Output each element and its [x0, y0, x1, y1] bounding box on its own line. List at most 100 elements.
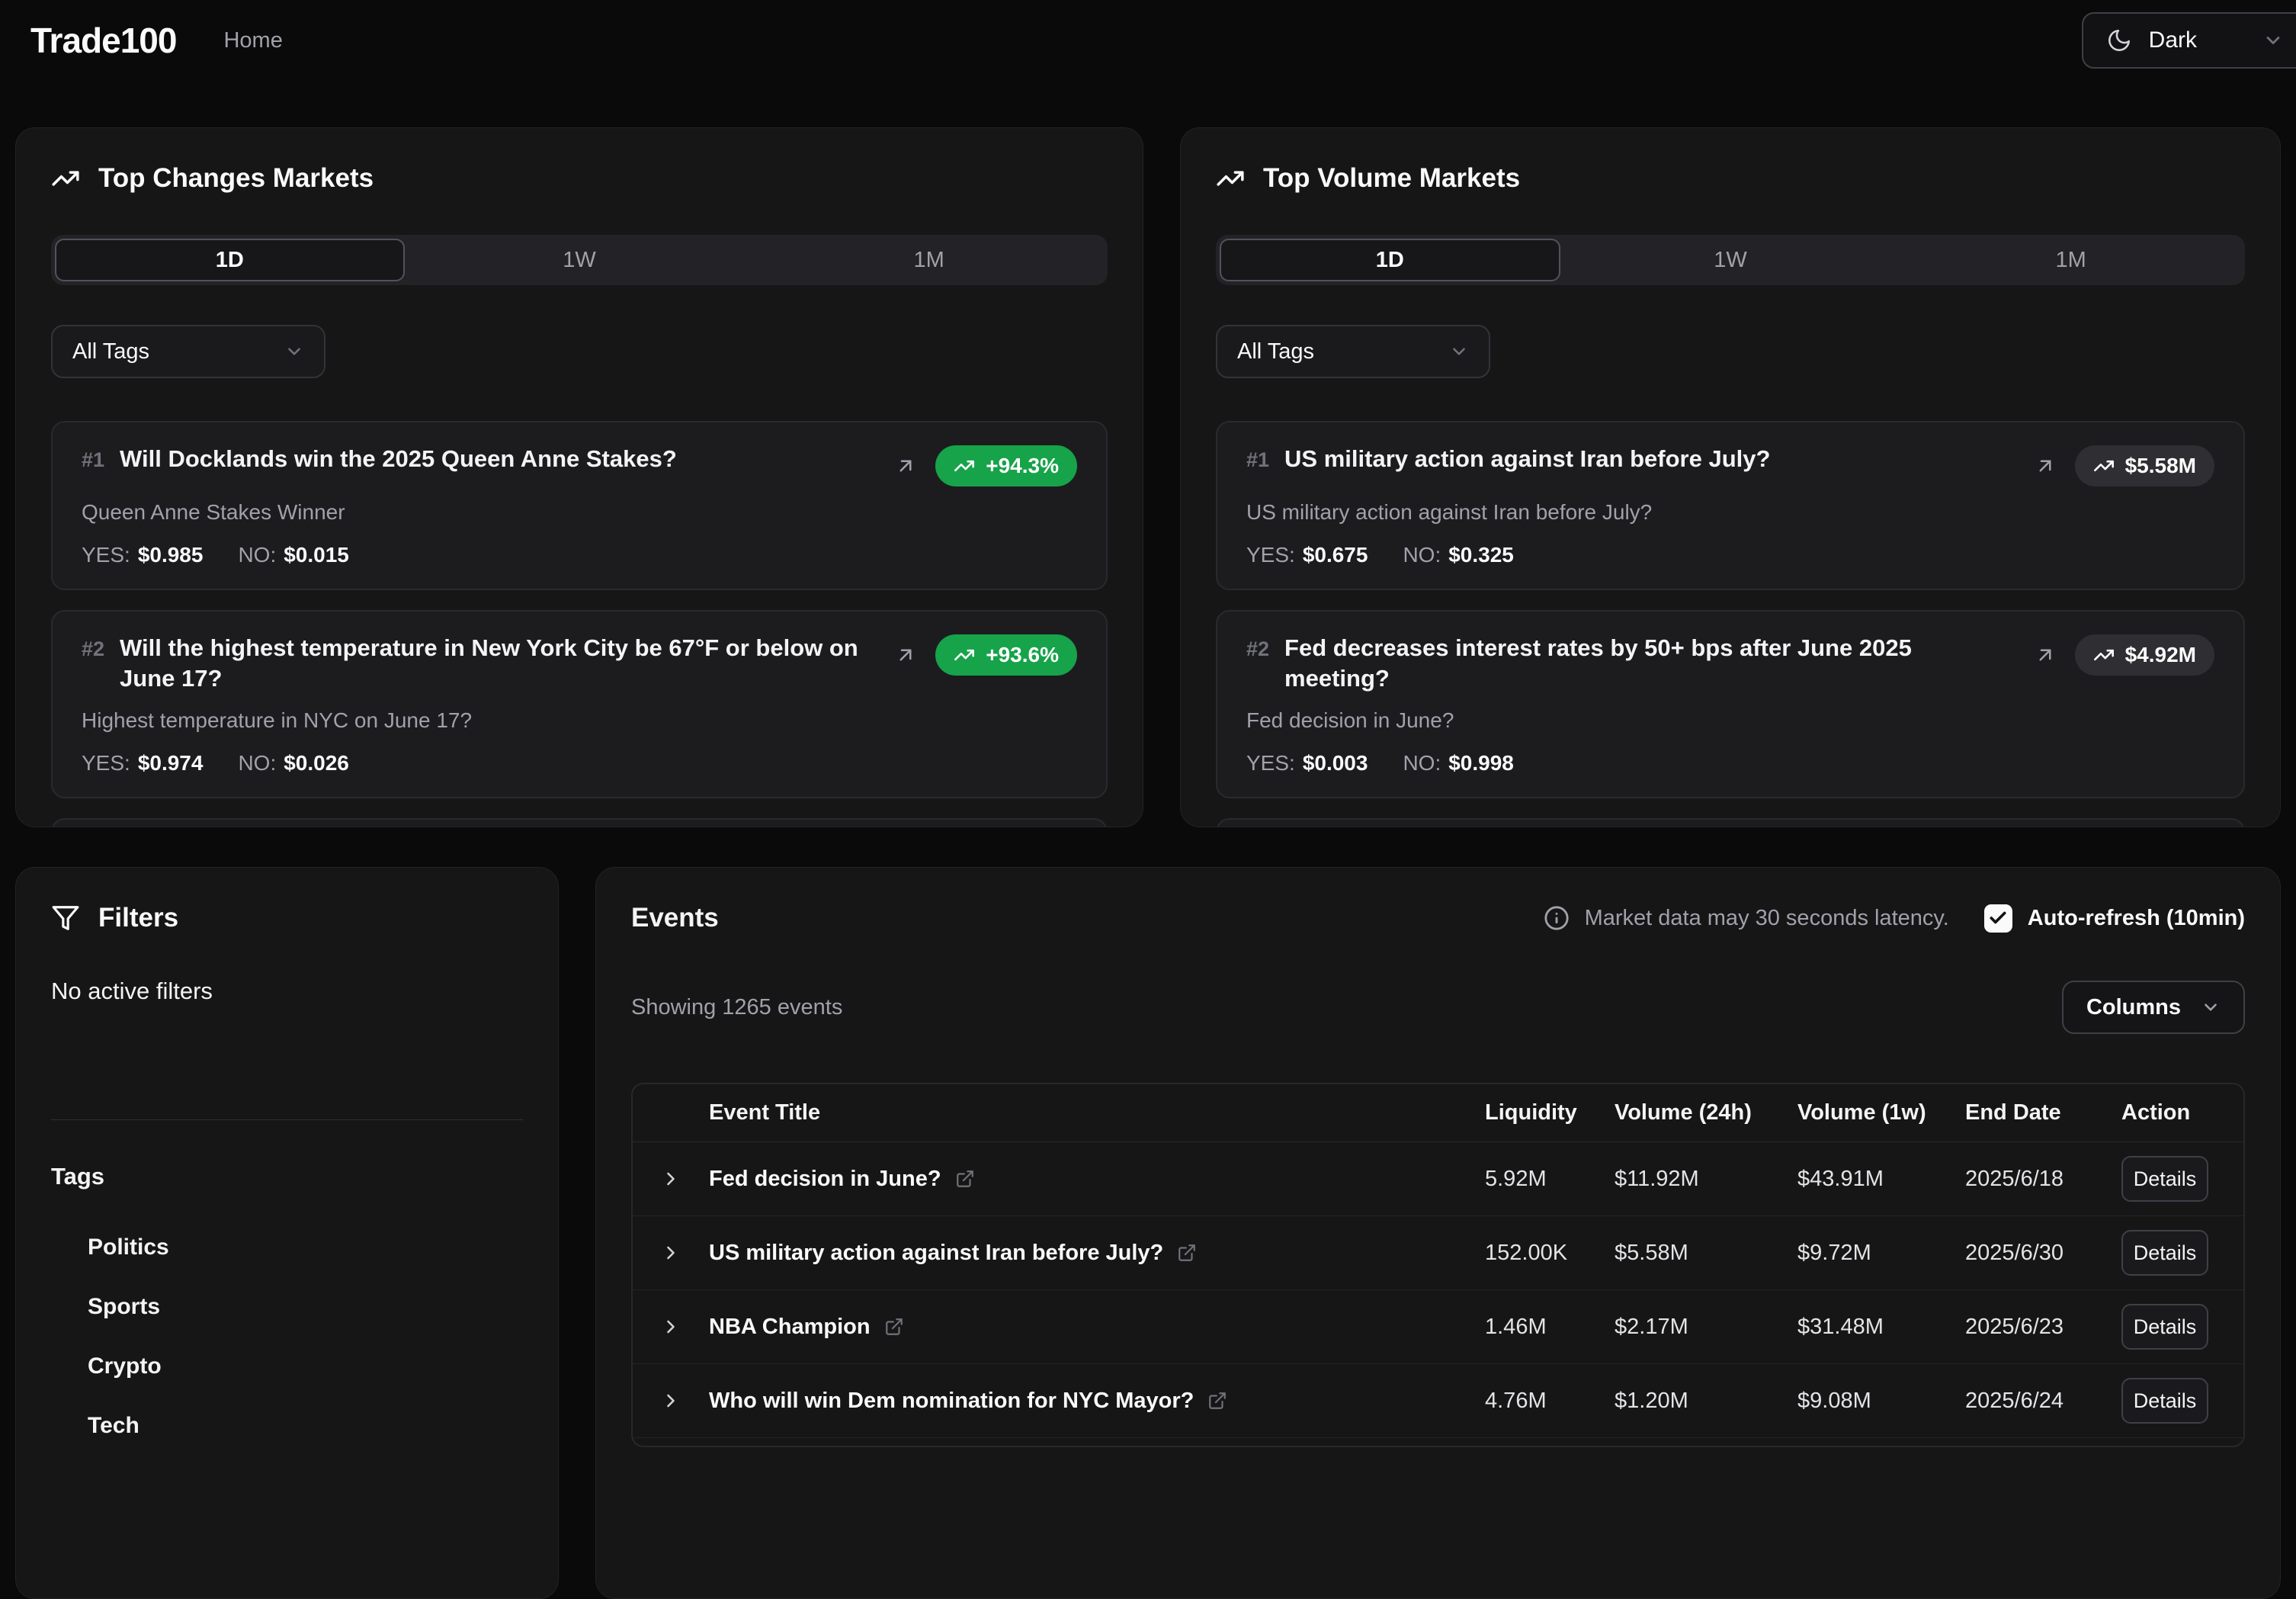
- expand-row-button[interactable]: [633, 1316, 709, 1337]
- table-row[interactable]: Who will win Dem nomination for NYC Mayo…: [633, 1364, 2243, 1438]
- chevron-right-icon: [660, 1390, 681, 1411]
- market-prices: YES:$0.003 NO:$0.998: [1246, 751, 2214, 775]
- tag-item-politics[interactable]: Politics: [51, 1218, 523, 1277]
- event-title-link[interactable]: NBA Champion: [709, 1315, 1485, 1340]
- details-button[interactable]: Details: [2121, 1378, 2208, 1424]
- checkmark-icon: [1988, 908, 2008, 928]
- col-liquidity: Liquidity: [1485, 1100, 1615, 1125]
- panel-title: Top Volume Markets: [1263, 163, 1520, 194]
- table-row[interactable]: US military action against Iran before J…: [633, 1216, 2243, 1290]
- col-volume-1w: Volume (1w): [1797, 1100, 1965, 1125]
- market-card[interactable]: #2 Fed decreases interest rates by 50+ b…: [1216, 610, 2245, 798]
- arrow-up-right-icon[interactable]: [894, 454, 917, 477]
- trending-up-icon: [2093, 455, 2115, 477]
- tab-1w[interactable]: 1W: [1560, 239, 1901, 281]
- event-title-link[interactable]: Who will win Dem nomination for NYC Mayo…: [709, 1389, 1485, 1414]
- volume-tags-dropdown[interactable]: All Tags: [1216, 325, 1490, 378]
- tab-1d[interactable]: 1D: [1220, 239, 1560, 281]
- tag-item-sports[interactable]: Sports: [51, 1277, 523, 1337]
- tag-item-tech[interactable]: Tech: [51, 1396, 523, 1456]
- external-link-icon: [1177, 1243, 1197, 1263]
- table-row[interactable]: NBA Champion 1.46M $2.17M $31.48M 2025/6…: [633, 1290, 2243, 1364]
- market-rank: #2: [1246, 637, 1269, 661]
- details-button[interactable]: Details: [2121, 1230, 2208, 1276]
- auto-refresh-checkbox[interactable]: [1984, 904, 2012, 933]
- market-subtitle: US military action against Iran before J…: [1246, 500, 2214, 525]
- tab-1d[interactable]: 1D: [55, 239, 405, 281]
- tags-dropdown-value: All Tags: [72, 339, 149, 364]
- changes-period-tabs: 1D 1W 1M: [51, 235, 1108, 285]
- yes-price: $0.985: [138, 543, 204, 567]
- volume-period-tabs: 1D 1W 1M: [1216, 235, 2245, 285]
- change-badge: +93.6%: [935, 634, 1077, 676]
- market-rank: #2: [82, 637, 104, 661]
- chevron-down-icon: [2262, 30, 2284, 51]
- top-navigation-bar: Trade100 Home Dark: [0, 0, 2296, 81]
- brand-logo[interactable]: Trade100: [30, 20, 176, 61]
- tab-1w[interactable]: 1W: [405, 239, 755, 281]
- theme-label: Dark: [2149, 27, 2197, 53]
- info-icon: [1544, 905, 1570, 931]
- event-title-link[interactable]: US military action against Iran before J…: [709, 1241, 1485, 1266]
- filters-title: Filters: [98, 903, 178, 933]
- market-subtitle: Fed decision in June?: [1246, 708, 2214, 733]
- events-header-row: Events Market data may 30 seconds latenc…: [631, 903, 2245, 933]
- market-card[interactable]: #1 US military action against Iran befor…: [1216, 421, 2245, 590]
- volume-1w-value: $9.72M: [1797, 1241, 1965, 1266]
- table-row-partial: [633, 1438, 2243, 1446]
- top-changes-title-row: Top Changes Markets: [51, 163, 1108, 194]
- details-button[interactable]: Details: [2121, 1304, 2208, 1350]
- market-title: US military action against Iran before J…: [1284, 444, 1770, 474]
- volume-24h-value: $11.92M: [1615, 1167, 1797, 1192]
- no-price: $0.998: [1448, 751, 1514, 775]
- arrow-up-right-icon[interactable]: [2034, 644, 2057, 666]
- nav-item-home[interactable]: Home: [223, 28, 282, 53]
- market-title: Will Docklands win the 2025 Queen Anne S…: [120, 444, 677, 474]
- trending-up-icon: [954, 644, 975, 666]
- columns-button[interactable]: Columns: [2062, 981, 2245, 1034]
- expand-row-button[interactable]: [633, 1390, 709, 1411]
- volume-24h-value: $2.17M: [1615, 1315, 1797, 1340]
- details-button[interactable]: Details: [2121, 1156, 2208, 1202]
- tags-heading: Tags: [51, 1163, 523, 1190]
- chevron-down-icon: [284, 342, 304, 361]
- market-card[interactable]: #3 No change in Fed interest rates after…: [1216, 818, 2245, 827]
- tab-1m[interactable]: 1M: [1900, 239, 2241, 281]
- arrow-up-right-icon[interactable]: [2034, 454, 2057, 477]
- volume-market-list: #1 US military action against Iran befor…: [1216, 421, 2245, 827]
- market-prices: YES:$0.675 NO:$0.325: [1246, 543, 2214, 567]
- market-card[interactable]: #2 Will the highest temperature in New Y…: [51, 610, 1108, 798]
- no-active-filters-text: No active filters: [51, 978, 523, 1005]
- events-table: Event Title Liquidity Volume (24h) Volum…: [631, 1083, 2245, 1447]
- arrow-up-right-icon[interactable]: [894, 644, 917, 666]
- theme-selector[interactable]: Dark: [2082, 12, 2296, 69]
- market-subtitle: Highest temperature in NYC on June 17?: [82, 708, 1077, 733]
- event-title-link[interactable]: Fed decision in June?: [709, 1167, 1485, 1192]
- trending-up-icon: [1216, 164, 1245, 193]
- volume-badge: $5.58M: [2075, 445, 2214, 486]
- market-card[interactable]: #3 Will Curacao vs. El Salvador end in a…: [51, 818, 1108, 827]
- market-title: Fed decreases interest rates by 50+ bps …: [1284, 633, 2011, 695]
- tab-1m[interactable]: 1M: [754, 239, 1104, 281]
- changes-tags-dropdown[interactable]: All Tags: [51, 325, 325, 378]
- end-date-value: 2025/6/23: [1965, 1315, 2121, 1340]
- volume-badge: $4.92M: [2075, 634, 2214, 676]
- chevron-right-icon: [660, 1242, 681, 1263]
- market-prices: YES:$0.985 NO:$0.015: [82, 543, 1077, 567]
- expand-row-button[interactable]: [633, 1168, 709, 1190]
- col-event-title: Event Title: [709, 1100, 1485, 1125]
- market-card[interactable]: #1 Will Docklands win the 2025 Queen Ann…: [51, 421, 1108, 590]
- table-row[interactable]: Fed decision in June? 5.92M $11.92M $43.…: [633, 1142, 2243, 1216]
- auto-refresh-label: Auto-refresh (10min): [2028, 906, 2245, 931]
- col-end-date: End Date: [1965, 1100, 2121, 1125]
- chevron-down-icon: [1449, 342, 1469, 361]
- tag-item-crypto[interactable]: Crypto: [51, 1337, 523, 1396]
- top-changes-panel: Top Changes Markets 1D 1W 1M All Tags #1…: [15, 127, 1143, 827]
- external-link-icon: [955, 1169, 975, 1189]
- expand-row-button[interactable]: [633, 1242, 709, 1263]
- end-date-value: 2025/6/30: [1965, 1241, 2121, 1266]
- trending-up-icon: [2093, 644, 2115, 666]
- no-price: $0.015: [284, 543, 349, 567]
- no-price: $0.026: [284, 751, 349, 775]
- market-subtitle: Queen Anne Stakes Winner: [82, 500, 1077, 525]
